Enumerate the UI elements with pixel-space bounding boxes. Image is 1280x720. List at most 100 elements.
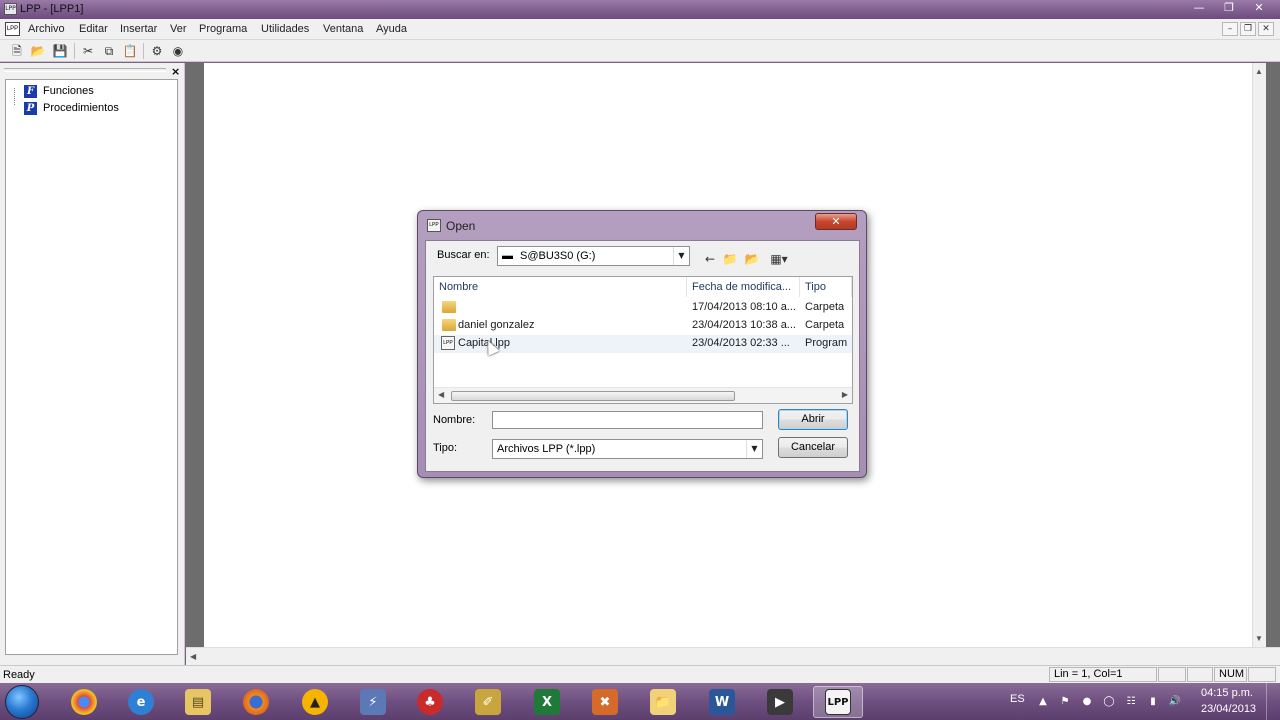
back-icon[interactable]: ← [702,251,718,267]
ie-icon[interactable]: e [116,686,166,718]
window-title: LPP - [LPP1] [20,3,84,15]
scroll-left-icon[interactable]: ◀ [190,652,196,661]
cancel-button[interactable]: Cancelar [778,437,848,458]
show-hidden-icons-icon[interactable]: ▲ [1036,695,1050,709]
document-icon[interactable]: LPP [5,22,20,36]
lpp-file-icon: LPP [441,336,455,350]
scroll-thumb[interactable] [451,391,735,401]
folder-icon[interactable]: 📁 [638,686,688,718]
doc-close-button[interactable]: ✕ [1258,22,1274,36]
explorer-icon[interactable]: ▤ [173,686,223,718]
status-pane-empty [1187,667,1213,682]
look-in-value: S@BU3S0 (G:) [520,250,596,262]
clock-time[interactable]: 04:15 p.m. [1201,687,1253,699]
document-controls: – ❐ ✕ [1222,22,1274,36]
language-indicator[interactable]: ES [1010,693,1025,705]
media-icon[interactable]: ▶ [755,686,805,718]
menu-ventana[interactable]: Ventana [323,23,363,35]
chevron-down-icon[interactable]: ▼ [673,247,689,265]
column-header-date[interactable]: Fecha de modifica... [687,277,800,297]
file-name-input[interactable] [492,411,763,429]
window-controls: — ❐ ✕ [1184,0,1274,17]
open-button[interactable]: Abrir [778,409,848,430]
volume-icon[interactable]: 🔊 [1168,695,1182,709]
firefox-icon[interactable] [231,686,281,718]
flash-icon[interactable]: ♣ [405,686,455,718]
new-icon[interactable]: 🗎 [9,43,25,59]
scroll-down-icon[interactable]: ▼ [1255,634,1263,643]
minimize-button[interactable]: — [1184,0,1214,17]
action-center-icon[interactable]: ⚑ [1058,695,1072,709]
vertical-scrollbar[interactable]: ▲ ▼ [1252,63,1266,647]
tree-item-label: Funciones [43,85,94,97]
clock-date[interactable]: 23/04/2013 [1201,703,1256,715]
folder-icon [442,301,456,313]
scroll-left-icon[interactable]: ◀ [438,390,444,399]
panel-grip[interactable] [4,68,166,72]
toolbar: 🗎 📂 💾 ✂ ⧉ 📋 ⚙ ◉ [0,40,1280,62]
look-in-select[interactable]: ▬ S@BU3S0 (G:) ▼ [497,246,690,266]
start-button[interactable] [5,685,39,719]
avast-icon[interactable]: ▲ [290,686,340,718]
toolbar-separator [74,43,75,59]
file-type-value: Archivos LPP (*.lpp) [497,443,596,455]
network-icon[interactable]: ☷ [1124,695,1138,709]
lpp-icon[interactable]: LPP [813,686,863,718]
toolbar-separator [143,43,144,59]
new-folder-icon[interactable]: 📂 [744,251,760,267]
menu-ver[interactable]: Ver [170,23,187,35]
paste-icon[interactable]: 📋 [122,43,138,59]
menu-editar[interactable]: Editar [79,23,108,35]
open-icon[interactable]: 📂 [30,43,46,59]
column-header-name[interactable]: Nombre [434,277,687,297]
file-type-select[interactable]: Archivos LPP (*.lpp) ▼ [492,439,763,459]
scroll-right-icon[interactable]: ▶ [842,390,848,399]
tree-lines [14,88,24,105]
column-header-type[interactable]: Tipo [800,277,852,297]
chrome-icon[interactable] [59,686,109,718]
run-icon[interactable]: ◉ [170,43,186,59]
view-menu-icon[interactable]: ▦▾ [766,251,792,267]
tree-item-procedimientos[interactable]: P Procedimientos [24,100,119,116]
show-desktop-button[interactable] [1266,683,1280,720]
compile-icon[interactable]: ⚙ [149,43,165,59]
num-lock-indicator: NUM [1214,667,1247,682]
file-row[interactable]: 17/04/2013 08:10 a... Carpeta [434,299,852,317]
cut-icon[interactable]: ✂ [80,43,96,59]
tool-icon[interactable]: ✖ [580,686,630,718]
menu-utilidades[interactable]: Utilidades [261,23,309,35]
doc-minimize-button[interactable]: – [1222,22,1238,36]
menu-programa[interactable]: Programa [199,23,247,35]
menu-archivo[interactable]: Archivo [28,23,65,35]
folder-icon [442,319,456,331]
horizontal-scrollbar[interactable]: ◀ [186,647,1280,665]
procedure-icon: P [24,101,37,115]
dialog-close-button[interactable]: ✕ [815,213,857,230]
avast-tray-icon[interactable]: ◯ [1102,695,1116,709]
doc-restore-button[interactable]: ❐ [1240,22,1256,36]
paint-icon[interactable]: ✐ [463,686,513,718]
tree-item-funciones[interactable]: F Funciones [24,83,94,99]
excel-icon[interactable]: X [522,686,572,718]
app-icon[interactable]: LPP [4,3,17,15]
security-icon[interactable]: ● [1080,695,1094,709]
scroll-up-icon[interactable]: ▲ [1255,67,1263,76]
file-row[interactable]: daniel gonzalez 23/04/2013 10:38 a... Ca… [434,317,852,335]
close-button[interactable]: ✕ [1244,0,1274,17]
look-in-label: Buscar en: [437,249,490,261]
file-date: 23/04/2013 10:38 a... [692,319,796,331]
chevron-down-icon[interactable]: ▼ [746,440,762,458]
word-icon[interactable]: W [697,686,747,718]
copy-icon[interactable]: ⧉ [101,43,117,59]
menu-ayuda[interactable]: Ayuda [376,23,407,35]
file-type-label: Tipo: [433,442,458,454]
restore-button[interactable]: ❐ [1214,0,1244,17]
panel-close-icon[interactable]: × [171,65,180,78]
up-folder-icon[interactable]: 📁 [722,251,738,267]
file-name-label: Nombre: [433,414,476,426]
file-list-hscrollbar[interactable]: ◀ ▶ [434,387,852,403]
save-icon[interactable]: 💾 [52,43,68,59]
menu-insertar[interactable]: Insertar [120,23,157,35]
winamp-icon[interactable]: ⚡ [348,686,398,718]
battery-icon[interactable]: ▮ [1146,695,1160,709]
